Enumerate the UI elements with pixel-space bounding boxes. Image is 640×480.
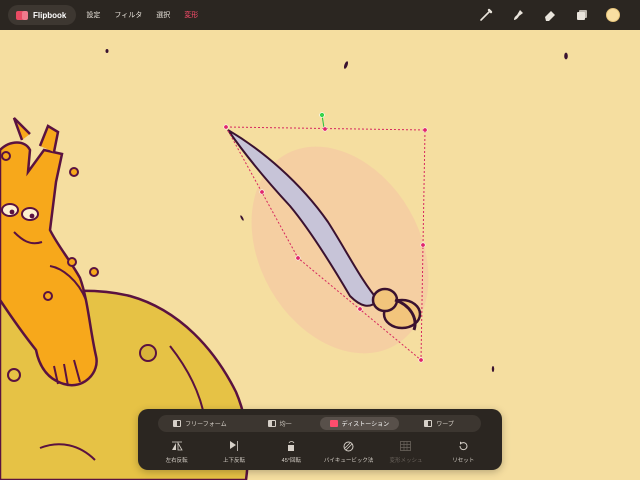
action-label: 左右反転 <box>165 458 188 464</box>
rotate-45-icon <box>285 440 297 452</box>
brush-icon[interactable] <box>478 7 494 23</box>
transformed-brush-object[interactable] <box>216 115 465 386</box>
freeform-icon <box>173 420 182 427</box>
transform-panel: フリーフォーム 均一 ディストーション ワープ 左右反転 上下反転 45°回転 … <box>138 409 502 470</box>
bicubic-button[interactable]: バイキュービック法 <box>320 440 377 468</box>
transform-mode-selector: フリーフォーム 均一 ディストーション ワープ <box>158 415 481 432</box>
app-logo-icon <box>16 10 28 20</box>
flip-vertical-icon <box>228 440 240 452</box>
flip-horizontal-icon <box>171 440 183 452</box>
mode-label: フリーフォーム <box>185 422 227 428</box>
action-label: バイキュービック法 <box>323 458 374 464</box>
top-toolbar: Flipbook 設定 フィルタ 選択 変形 <box>0 0 640 30</box>
mode-warp[interactable]: ワープ <box>399 417 479 430</box>
rotate-45-button[interactable]: 45°回転 <box>263 440 320 468</box>
distort-icon <box>329 420 338 427</box>
app-name: Flipbook <box>33 10 67 20</box>
layers-icon[interactable] <box>574 7 590 23</box>
corner-handle-top-left[interactable] <box>223 124 229 130</box>
mesh-button[interactable]: 変形メッシュ <box>377 440 434 468</box>
color-picker-button[interactable] <box>606 8 620 22</box>
mode-freeform[interactable]: フリーフォーム <box>160 417 240 430</box>
mode-uniform[interactable]: 均一 <box>240 417 320 430</box>
action-label: 45°回転 <box>281 458 301 464</box>
menu-filter[interactable]: フィルタ <box>114 10 142 20</box>
mode-label: 均一 <box>279 422 292 428</box>
action-label: 変形メッシュ <box>389 458 423 464</box>
uniform-icon <box>267 420 276 427</box>
corner-handle-top-right[interactable] <box>422 127 428 133</box>
eraser-icon[interactable] <box>542 7 558 23</box>
reset-icon <box>457 440 469 452</box>
corner-handle-bottom-left[interactable] <box>295 255 301 261</box>
action-label: 上下反転 <box>222 458 245 464</box>
transform-actions: 左右反転 上下反転 45°回転 バイキュービック法 変形メッシュ リセット <box>148 440 492 468</box>
menu-settings[interactable]: 設定 <box>86 10 100 20</box>
edge-handle-left[interactable] <box>259 189 265 195</box>
menu-select[interactable]: 選択 <box>156 10 170 20</box>
rotation-handle[interactable] <box>319 112 325 118</box>
bicubic-icon <box>343 440 355 452</box>
edge-handle-bottom[interactable] <box>357 306 363 312</box>
mode-label: ワープ <box>436 422 454 428</box>
menu-transform[interactable]: 変形 <box>184 10 198 20</box>
mode-label: ディストーション <box>341 422 390 428</box>
flip-vertical-button[interactable]: 上下反転 <box>205 440 262 468</box>
warp-icon <box>424 420 433 427</box>
flip-horizontal-button[interactable]: 左右反転 <box>148 440 205 468</box>
reset-button[interactable]: リセット <box>435 440 492 468</box>
tool-group <box>478 0 620 30</box>
gallery-button[interactable]: Flipbook <box>8 5 77 25</box>
corner-handle-bottom-right[interactable] <box>418 357 424 363</box>
mesh-icon <box>400 440 412 452</box>
edge-handle-right[interactable] <box>420 242 426 248</box>
mode-distort[interactable]: ディストーション <box>319 417 400 430</box>
smudge-icon[interactable] <box>510 7 526 23</box>
action-label: リセット <box>452 458 475 464</box>
edge-handle-top[interactable] <box>322 126 328 132</box>
menu-bar: 設定 フィルタ 選択 変形 <box>86 10 198 20</box>
